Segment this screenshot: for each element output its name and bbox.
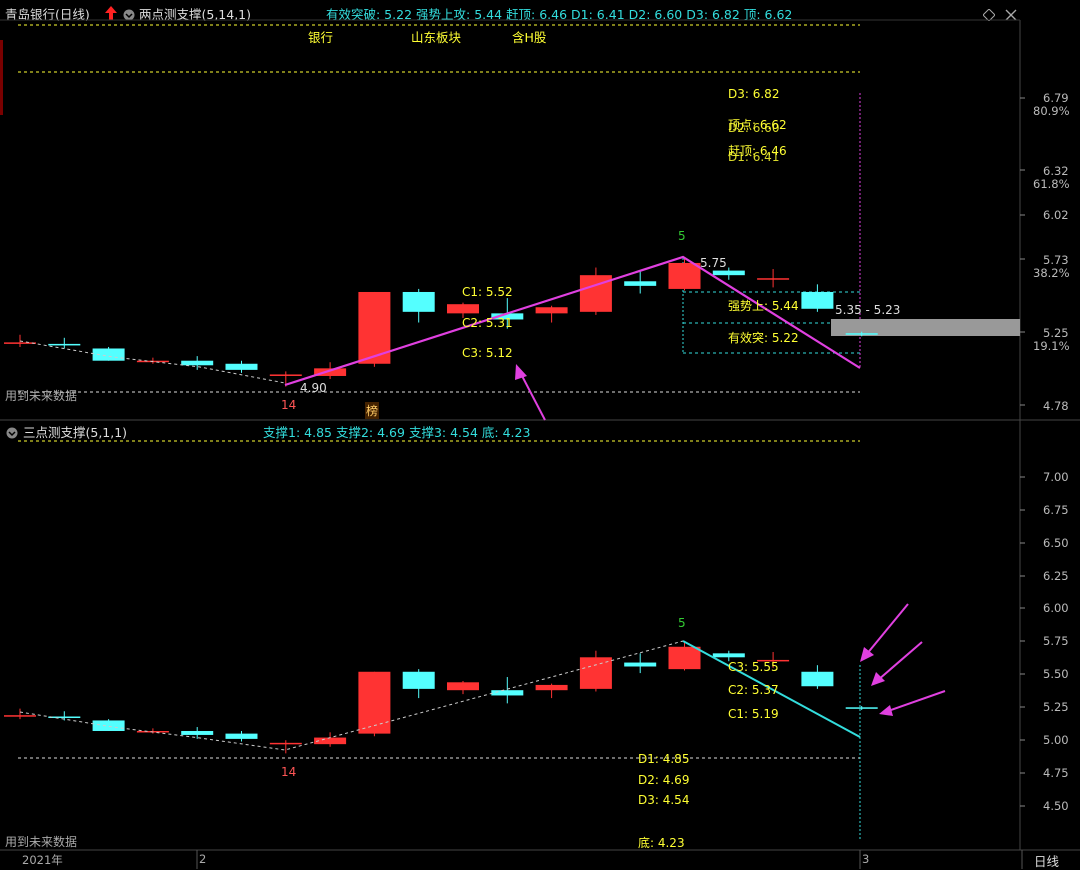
peak-count: 5 <box>678 229 686 243</box>
price-label: 4.78 <box>1043 399 1069 413</box>
bottom-candle-body <box>535 684 568 691</box>
price-label: 6.79 <box>1043 91 1069 105</box>
top-candle-body <box>447 304 479 314</box>
bottom-d2-label: D2: 4.69 <box>638 773 690 787</box>
year-label: 2021年 <box>22 853 63 867</box>
value-support1: 支撑1: 4.85 <box>263 425 332 440</box>
c3-label: C3: 5.12 <box>462 346 513 360</box>
price-label: 5.73 <box>1043 253 1069 267</box>
price-label: 5.50 <box>1043 667 1069 681</box>
price-label: 6.50 <box>1043 536 1069 550</box>
arrow-bottom-2-icon <box>871 641 923 686</box>
c1-label: C1: 5.52 <box>462 285 513 299</box>
price-label: 4.75 <box>1043 766 1069 780</box>
bottom-low-count: 14 <box>281 765 297 779</box>
d3-label: D3: 6.82 <box>728 87 780 101</box>
bottom-candle-body <box>225 733 258 739</box>
c2-label: C2: 5.31 <box>462 316 513 330</box>
bottom-candle-body <box>712 653 745 658</box>
price-label: 5.25 <box>1043 700 1069 714</box>
d1-label: D1: 6.41 <box>728 150 780 164</box>
bottom-candle-body <box>48 716 81 719</box>
bottom-indicator-values: 支撑1: 4.85 支撑2: 4.69 支撑3: 4.54 底: 4.23 <box>263 422 530 441</box>
bottom-candle-body <box>358 671 391 734</box>
low-count: 14 <box>281 398 297 412</box>
pct-label: 61.8% <box>1033 177 1070 191</box>
peak-value: 5.75 <box>700 256 727 270</box>
bottom-future-note: 用到未来数据 <box>5 835 78 849</box>
price-label: 6.25 <box>1043 569 1069 583</box>
month-label-2: 2 <box>199 852 207 866</box>
top-candle-body <box>402 291 435 312</box>
bottom-candle-body <box>181 730 214 735</box>
range-label: 5.35 - 5.23 <box>835 303 901 317</box>
d2-label: D2: 6.60 <box>728 121 780 135</box>
bottom-candle-body <box>402 671 435 689</box>
price-label: 6.00 <box>1043 601 1069 615</box>
bottom-candle-body <box>269 742 302 745</box>
value-support3: 支撑3: 4.54 <box>408 425 478 440</box>
price-label: 6.32 <box>1043 164 1069 178</box>
pct-label: 19.1% <box>1033 339 1070 353</box>
pct-label: 38.2% <box>1033 266 1070 280</box>
bottom-c1-label: C1: 5.19 <box>728 707 779 721</box>
bottom-d1-label: D1: 4.85 <box>638 752 690 766</box>
bottom-d3-label: D3: 4.54 <box>638 793 690 807</box>
price-label: 6.75 <box>1043 503 1069 517</box>
low-value: 4.90 <box>300 381 327 395</box>
bottom-candle-body <box>447 682 479 691</box>
bottom-di-label: 底: 4.23 <box>638 836 685 850</box>
strong-attack-label: 强势上: 5.44 <box>728 299 799 313</box>
price-label: 4.50 <box>1043 799 1069 813</box>
bottom-candle-body <box>491 690 524 696</box>
effective-break-label: 有效突: 5.22 <box>728 331 799 345</box>
chart-canvas <box>0 19 1080 869</box>
stock-chart-window: 青岛银行(日线) 两点测支撑(5,14,1) 有效突破: 5.22 强势上攻: … <box>0 0 1080 869</box>
bottom-c2-label: C2: 5.37 <box>728 683 779 697</box>
top-candle-body <box>181 360 214 366</box>
bottom-c3-label: C3: 5.55 <box>728 660 779 674</box>
bottom-candle-body <box>92 720 125 731</box>
bottom-candle-body <box>845 707 878 709</box>
bottom-peak-count: 5 <box>678 616 686 630</box>
bottom-indicator-name[interactable]: 三点测支撑(5,1,1) <box>23 422 127 441</box>
top-candle-body <box>535 307 568 314</box>
top-candle-body <box>4 342 36 344</box>
month-label-3: 3 <box>862 852 870 866</box>
bottom-candle-body <box>668 646 701 670</box>
top-candle-body <box>225 363 258 370</box>
value-support2: 支撑2: 4.69 <box>335 425 405 440</box>
top-candle-body <box>668 262 701 289</box>
top-candle-body <box>801 291 834 309</box>
price-label: 7.00 <box>1043 470 1069 484</box>
bottom-candle-body <box>801 671 834 687</box>
future-data-note: 用到未来数据 <box>5 389 78 403</box>
period-button[interactable]: 日线 <box>1034 851 1059 870</box>
bottom-candle-body <box>624 662 657 667</box>
left-edge-marker <box>0 40 3 115</box>
arrow-bottom-1-icon <box>860 603 909 662</box>
top-candle-body <box>624 281 657 286</box>
top-candle-body <box>757 278 790 280</box>
price-label: 5.00 <box>1043 733 1069 747</box>
collapse-icon[interactable] <box>6 424 18 439</box>
arrow-bottom-3-icon <box>879 690 946 716</box>
top-candle-body <box>845 333 878 335</box>
price-label: 5.75 <box>1043 634 1069 648</box>
price-label: 6.02 <box>1043 208 1069 222</box>
top-candle-body <box>269 374 302 376</box>
bottom-candle-body <box>4 715 36 717</box>
top-candle-body <box>712 270 745 276</box>
pct-label: 80.9% <box>1033 104 1070 118</box>
price-label: 5.25 <box>1043 326 1069 340</box>
value-bottom: 底: 4.23 <box>481 425 531 440</box>
top-candle-body <box>48 343 81 346</box>
bang-badge[interactable]: 榜 <box>365 402 380 419</box>
